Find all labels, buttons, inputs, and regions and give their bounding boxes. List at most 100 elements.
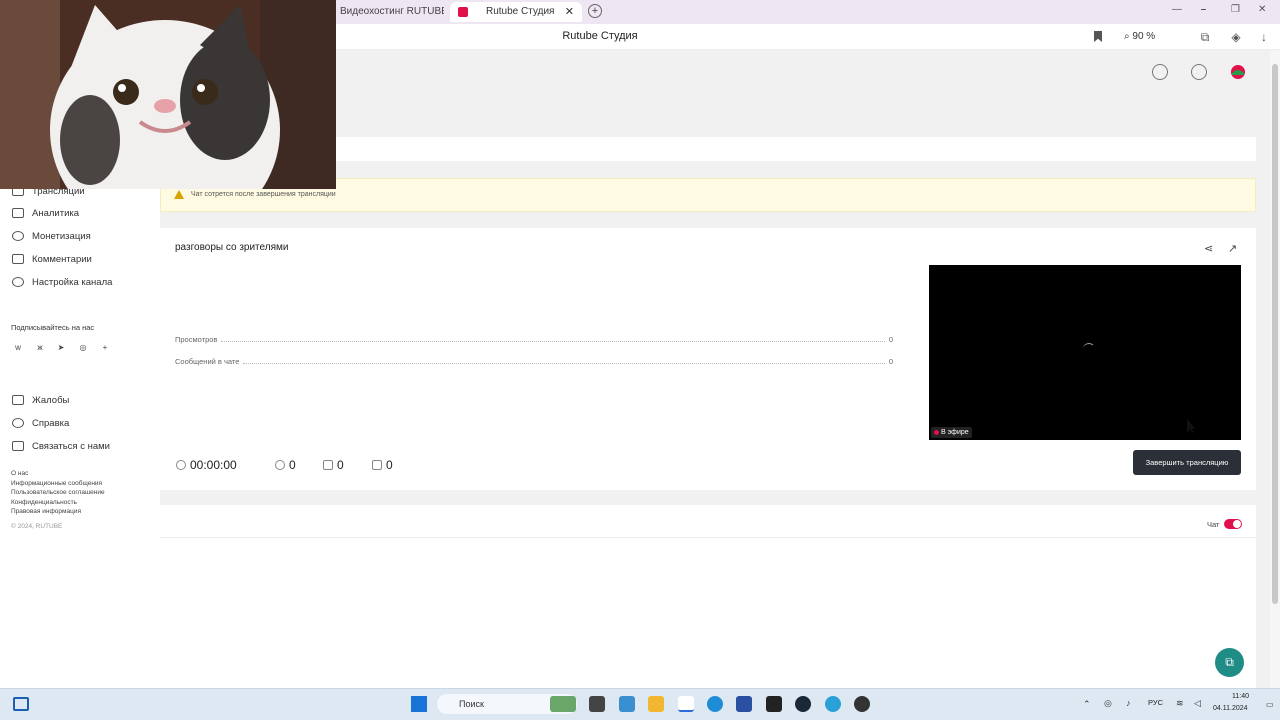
chat-divider xyxy=(160,537,1256,538)
open-external-icon[interactable]: ↗ xyxy=(1228,242,1237,255)
thumbs-up-icon xyxy=(323,460,333,470)
webcam-overlay-cat-image xyxy=(0,0,336,189)
scrollbar-thumb[interactable] xyxy=(1272,64,1278,604)
download-icon[interactable]: ↓ xyxy=(1257,30,1271,44)
sidebar-item-label: Монетизация xyxy=(32,231,91,242)
new-tab-button[interactable]: + xyxy=(588,4,602,18)
avatar[interactable] xyxy=(1230,64,1246,80)
search-highlight-icon xyxy=(550,696,576,712)
telegram-icon[interactable]: ➤ xyxy=(56,343,66,353)
sidebar-item-help[interactable]: Справка xyxy=(12,417,69,431)
language-indicator[interactable]: РУС xyxy=(1148,698,1163,707)
clock-date[interactable]: 04.11.2024 xyxy=(1213,705,1248,712)
page-scrollbar[interactable] xyxy=(1270,50,1280,688)
sidebar-item-label: Комментарии xyxy=(32,254,92,265)
restore-icon[interactable]: ⎯ xyxy=(1201,4,1206,15)
file-explorer-icon[interactable] xyxy=(648,696,664,712)
toggle-knob xyxy=(1233,520,1241,528)
extension-icon[interactable]: ◈ xyxy=(1229,30,1243,44)
support-chat-button[interactable]: ⧉ xyxy=(1215,648,1244,677)
likes-value: 0 xyxy=(337,458,344,472)
sidebar-item-label: Настройка канала xyxy=(32,277,113,288)
footer-link-about[interactable]: О нас xyxy=(11,470,28,477)
zoom-level[interactable]: ⌕ 90 % xyxy=(1124,31,1155,42)
sidebar-item-label: Аналитика xyxy=(32,208,80,219)
microphone-icon[interactable]: ♪ xyxy=(1126,698,1131,708)
copyright: © 2024, RUTUBE xyxy=(11,523,63,530)
wifi-icon[interactable]: ≋ xyxy=(1176,698,1184,709)
rutube-favicon-icon xyxy=(458,7,468,17)
viber-icon[interactable]: ◎ xyxy=(78,343,88,353)
thumbs-down-icon xyxy=(372,460,382,470)
chat-card xyxy=(160,505,1256,688)
tab-rutube-hosting[interactable]: Видеохостинг RUTUBE. С xyxy=(336,2,444,22)
notification-center-icon[interactable]: ▭ xyxy=(1266,700,1274,709)
footer-link-info-messages[interactable]: Информационные сообщения xyxy=(11,480,102,487)
ok-icon[interactable]: ж xyxy=(35,343,45,353)
chart-icon xyxy=(12,208,24,219)
close-window-icon[interactable]: ✕ xyxy=(1258,4,1266,15)
likes-counter: 0 xyxy=(323,458,344,472)
clock-time[interactable]: 11:40 xyxy=(1232,693,1249,700)
telegram-icon[interactable] xyxy=(825,696,841,712)
sidebar-item-label: Связаться с нами xyxy=(32,441,110,452)
stat-views: Просмотров 0 xyxy=(175,335,893,344)
footer-link-user-agreement[interactable]: Пользовательское соглашение xyxy=(11,489,105,496)
store-icon[interactable] xyxy=(736,696,752,712)
chat-toggle[interactable] xyxy=(1224,519,1242,529)
stat-value: 0 xyxy=(888,335,893,344)
yandex-browser-icon[interactable] xyxy=(678,696,694,712)
flag-icon xyxy=(12,395,24,406)
minimize-icon[interactable]: — xyxy=(1172,4,1182,15)
warning-text: Чат сотрется после завершения трансляции xyxy=(191,191,336,198)
sidebar-item-label: Справка xyxy=(32,418,70,429)
chat-label: Чат xyxy=(1207,520,1220,529)
footer-link-legal[interactable]: Правовая информация xyxy=(11,508,81,515)
tab-label: Rutube Студия xyxy=(486,6,555,17)
volume-icon[interactable]: ◁ xyxy=(1194,698,1201,709)
stat-label: Просмотров xyxy=(175,335,218,344)
dotted-leader xyxy=(243,358,885,364)
duration-value: 00:00:00 xyxy=(190,458,237,472)
settings-icon xyxy=(12,277,24,288)
app-icon-2[interactable] xyxy=(766,696,782,712)
end-broadcast-button[interactable]: Завершить трансляцию xyxy=(1133,450,1241,475)
plus-icon[interactable]: + xyxy=(100,343,110,353)
share-icon[interactable]: ⋖ xyxy=(1204,242,1213,255)
stat-value: 0 xyxy=(888,357,893,366)
task-view-icon[interactable] xyxy=(589,696,605,712)
dotted-leader xyxy=(221,336,885,342)
edge-icon[interactable] xyxy=(707,696,723,712)
windows-start-icon[interactable] xyxy=(411,696,427,712)
duration-counter: 00:00:00 xyxy=(176,458,237,472)
vk-icon[interactable]: w xyxy=(13,343,23,353)
stream-title: разговоры со зрителями xyxy=(175,242,289,253)
dislikes-value: 0 xyxy=(386,458,393,472)
network-icon[interactable]: ◎ xyxy=(1104,698,1112,709)
help-icon xyxy=(12,418,24,429)
subscribe-label: Подписывайтесь на нас xyxy=(11,323,95,332)
sidebar-item-channel-settings[interactable]: Настройка канала xyxy=(12,276,112,290)
notifications-icon[interactable] xyxy=(1191,64,1207,80)
close-tab-icon[interactable]: ✕ xyxy=(565,2,574,22)
sidebar-item-comments[interactable]: Комментарии xyxy=(12,253,92,267)
viewers-counter: 0 xyxy=(275,458,296,472)
widgets-icon[interactable] xyxy=(13,697,29,711)
tabs-icon[interactable]: ⧉ xyxy=(1198,30,1212,44)
obs-icon[interactable] xyxy=(854,696,870,712)
coin-icon xyxy=(12,231,24,242)
upload-icon[interactable] xyxy=(1152,64,1168,80)
tab-rutube-studio[interactable]: Rutube Студия ✕ xyxy=(450,2,582,22)
stat-label: Сообщений в чате xyxy=(175,357,240,366)
maximize-icon[interactable]: ❐ xyxy=(1231,4,1240,15)
chevron-up-icon[interactable]: ⌃ xyxy=(1083,699,1091,710)
app-icon[interactable] xyxy=(619,696,635,712)
sidebar-item-analytics[interactable]: Аналитика xyxy=(12,207,79,221)
sidebar-item-monetization[interactable]: Монетизация xyxy=(12,230,91,244)
viewers-icon xyxy=(275,460,285,470)
footer-link-privacy[interactable]: Конфиденциальность xyxy=(11,499,77,506)
sidebar-item-complaints[interactable]: Жалобы xyxy=(12,394,69,408)
dislikes-counter: 0 xyxy=(372,458,393,472)
steam-icon[interactable] xyxy=(795,696,811,712)
sidebar-item-contact[interactable]: Связаться с нами xyxy=(12,440,110,454)
